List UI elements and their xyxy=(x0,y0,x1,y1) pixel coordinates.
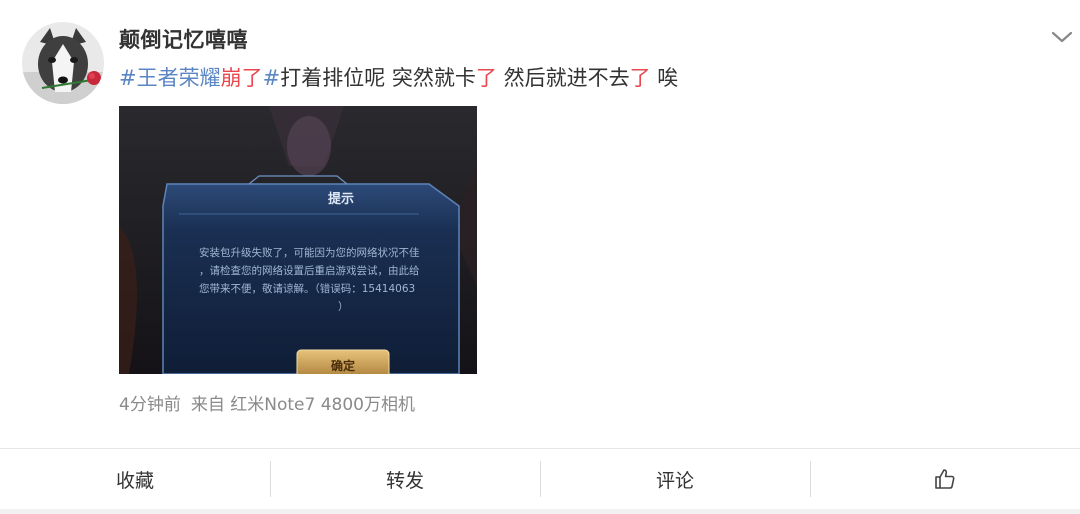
confirm-label: 确定 xyxy=(331,358,355,373)
topic-tag[interactable]: #王者荣耀崩了# xyxy=(119,66,280,90)
username[interactable]: 颠倒记忆嘻嘻 xyxy=(119,24,248,54)
post-text: #王者荣耀崩了#打着排位呢 突然就卡了 然后就进不去了 唉 xyxy=(119,66,679,90)
dialog-title: 提示 xyxy=(328,191,354,207)
husky-avatar-image xyxy=(22,22,104,104)
post-source[interactable]: 来自 红米Note7 4800万相机 xyxy=(191,395,415,415)
favorite-button[interactable]: 收藏 xyxy=(0,449,270,509)
game-screenshot: 提示 安装包升级失败了，可能因为您的网络状况不佳 ，请检查您的网络设置后重启游戏… xyxy=(119,106,477,374)
post-time: 4分钟前 xyxy=(119,395,181,415)
dialog-line-1: 安装包升级失败了，可能因为您的网络状况不佳 xyxy=(199,246,420,259)
like-button[interactable] xyxy=(810,449,1080,509)
dialog-line-3: 您带来不便，敬请谅解。（错误码：15414063 xyxy=(199,282,415,295)
comment-button[interactable]: 评论 xyxy=(540,449,810,509)
repost-button[interactable]: 转发 xyxy=(270,449,540,509)
dialog-line-4: ） xyxy=(338,301,349,313)
bottom-spacer xyxy=(0,509,1080,514)
action-bar: 收藏 转发 评论 xyxy=(0,449,1080,509)
chevron-down-icon[interactable] xyxy=(1050,28,1074,46)
dialog-line-2: ，请检查您的网络设置后重启游戏尝试，由此给 xyxy=(199,264,420,277)
thumbs-up-icon xyxy=(935,469,955,489)
avatar[interactable] xyxy=(22,22,104,104)
post-meta: 4分钟前 来自 红米Note7 4800万相机 xyxy=(119,390,425,415)
post-image[interactable]: 提示 安装包升级失败了，可能因为您的网络状况不佳 ，请检查您的网络设置后重启游戏… xyxy=(119,106,477,374)
